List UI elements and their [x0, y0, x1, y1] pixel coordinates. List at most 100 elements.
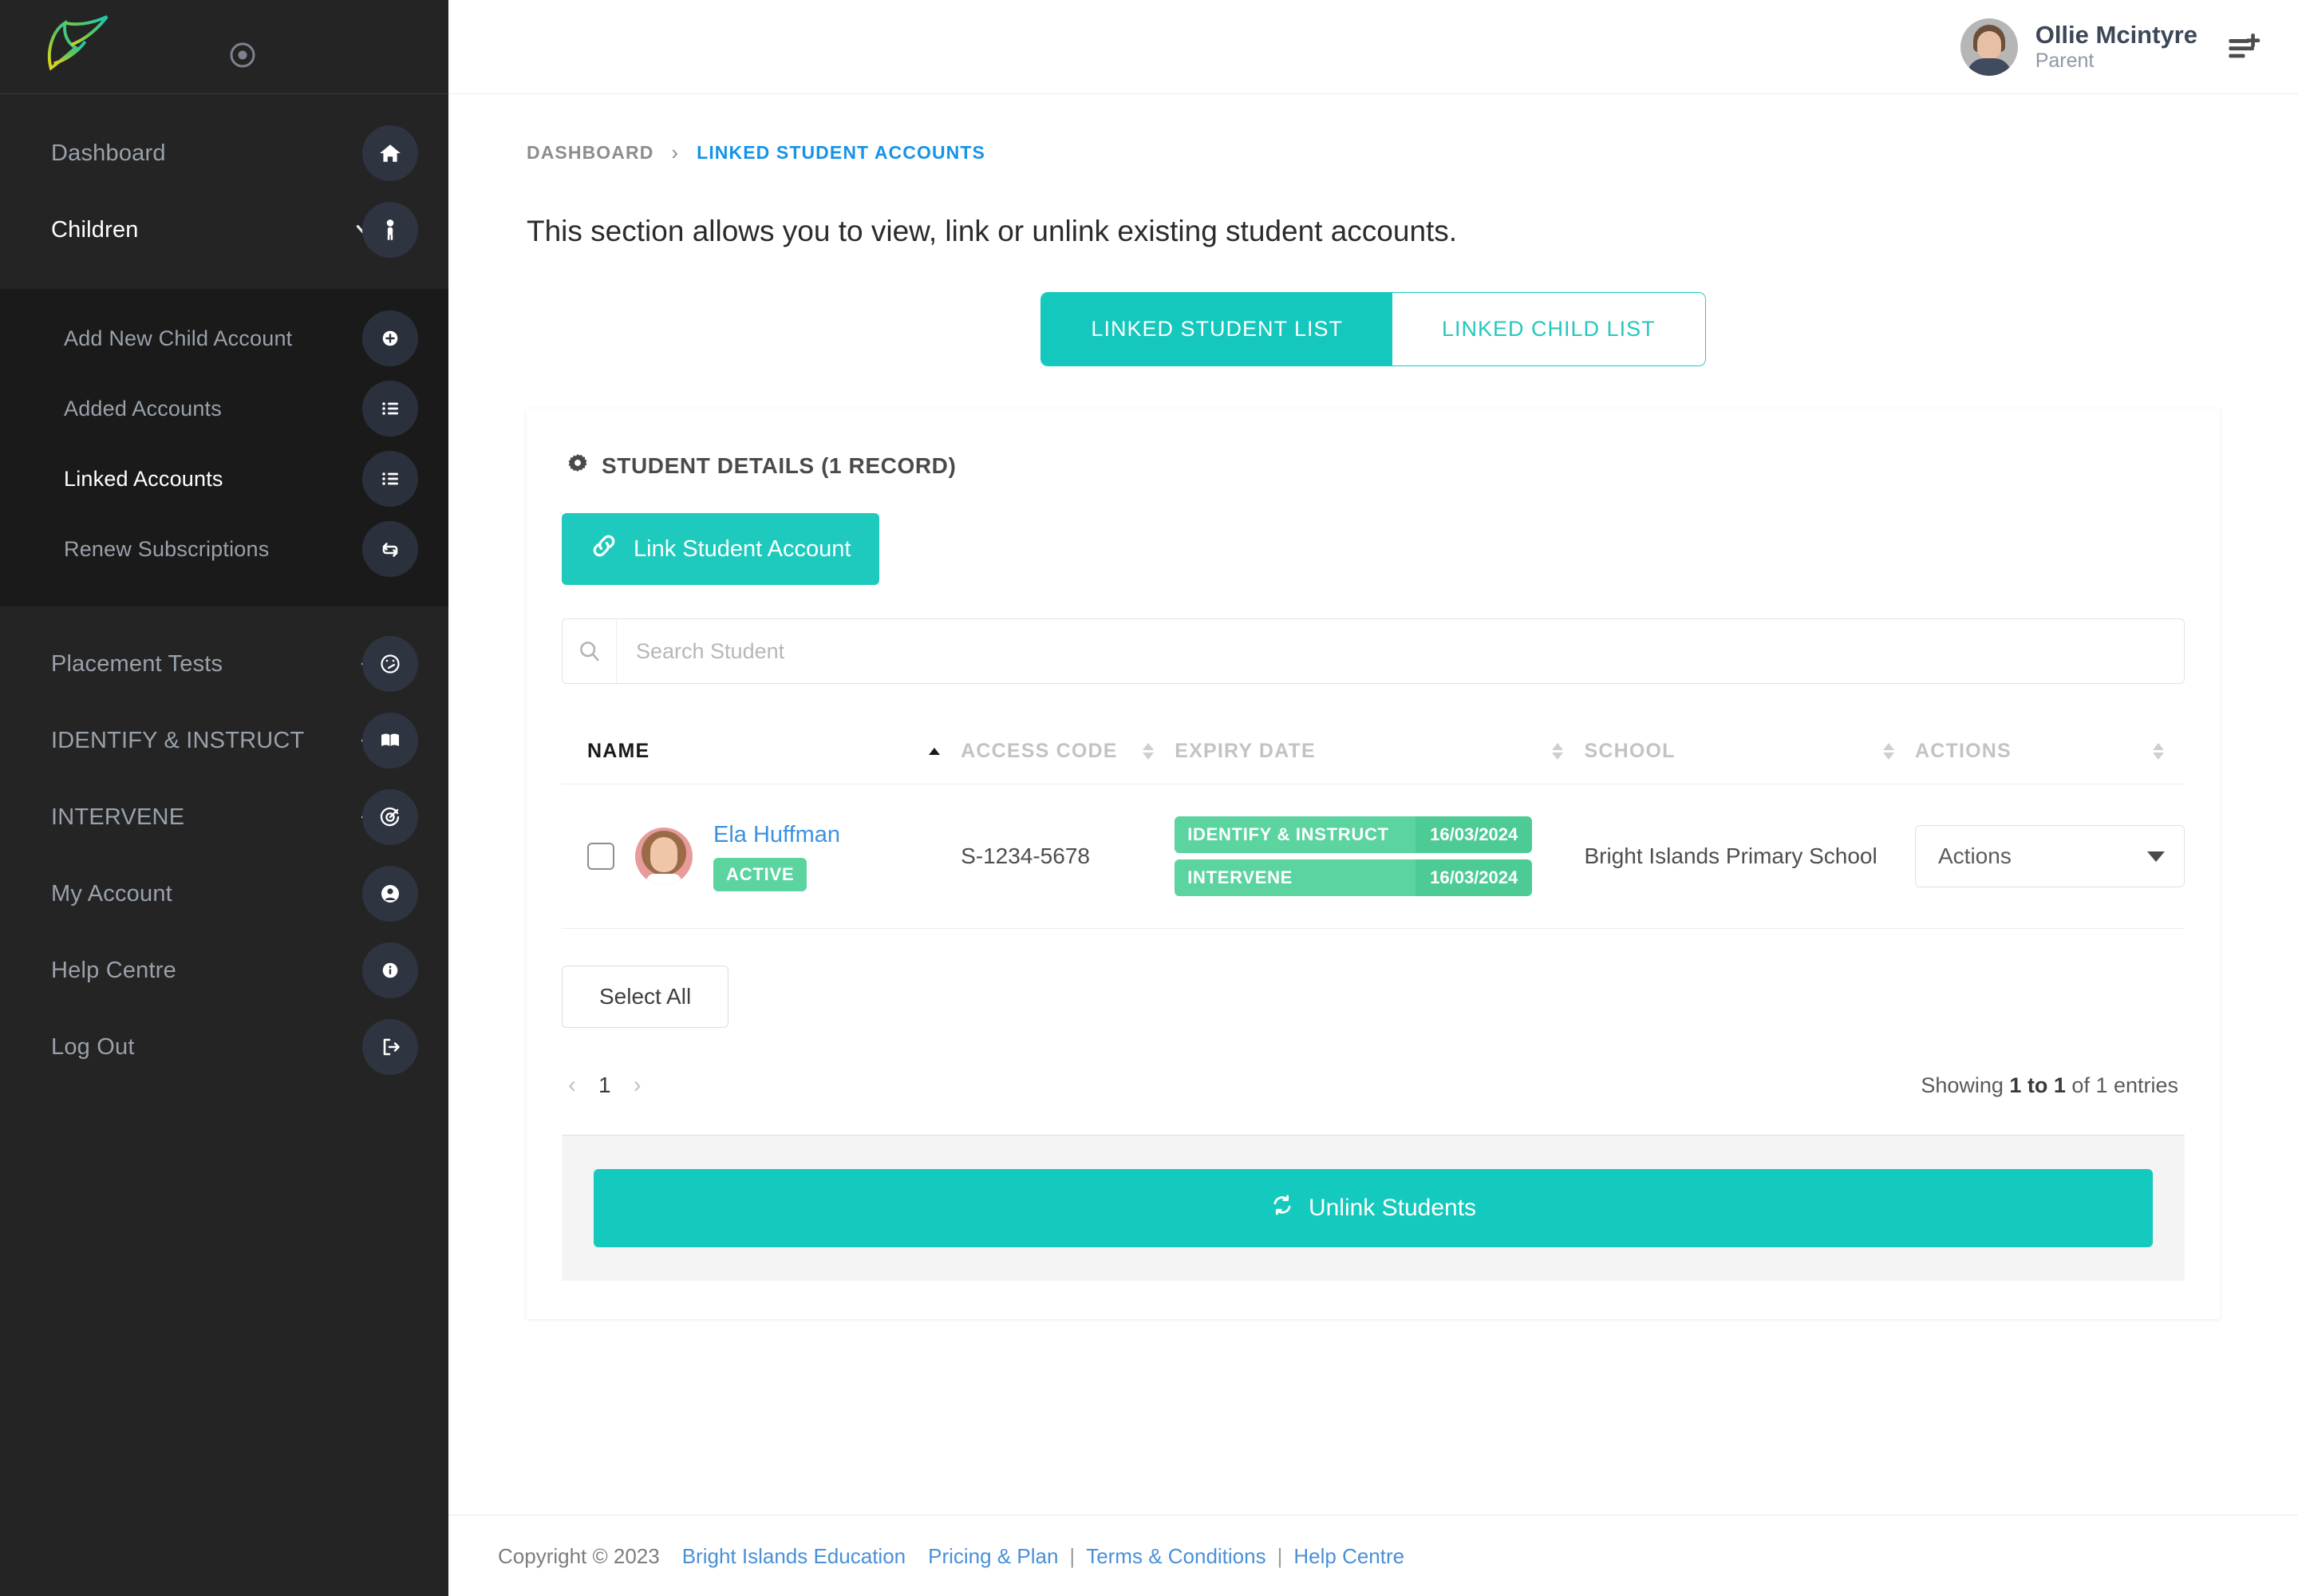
sidebar-item-my-account[interactable]: My Account [0, 855, 448, 932]
search-row [562, 618, 2185, 684]
plus-circle-icon [362, 310, 418, 366]
footer-link-terms-conditions[interactable]: Terms & Conditions [1086, 1544, 1265, 1569]
subscription-pill: INTERVENE 16/03/2024 [1175, 859, 1532, 896]
hummingbird-logo[interactable] [41, 15, 112, 79]
logout-icon [362, 1019, 418, 1075]
actions-dropdown[interactable]: Actions [1915, 825, 2185, 887]
sidebar-item-label: Added Accounts [64, 397, 222, 421]
breadcrumb-current: LINKED STUDENT ACCOUNTS [697, 142, 985, 164]
footer-copyright: Copyright © 2023 [498, 1544, 660, 1569]
showing-suffix: of 1 entries [2066, 1073, 2178, 1097]
subscription-name: IDENTIFY & INSTRUCT [1175, 816, 1416, 853]
showing-entries: Showing 1 to 1 of 1 entries [1921, 1073, 2185, 1098]
sidebar-item-log-out[interactable]: Log Out [0, 1009, 448, 1085]
user-profile[interactable]: Ollie Mcintyre Parent [1960, 18, 2197, 76]
cell-actions: Actions [1915, 784, 2185, 929]
sidebar-item-label: IDENTIFY & INSTRUCT [51, 728, 304, 754]
column-header-school[interactable]: SCHOOL [1584, 725, 1915, 784]
column-header-name-label: NAME [587, 740, 650, 763]
sort-icon[interactable] [1883, 743, 1894, 760]
subscription-pill: IDENTIFY & INSTRUCT 16/03/2024 [1175, 816, 1532, 853]
sidebar-item-label: Add New Child Account [64, 326, 292, 351]
school-name: Bright Islands Primary School [1584, 843, 1877, 868]
sidebar-item-renew-subscriptions[interactable]: Renew Subscriptions [0, 514, 448, 584]
column-header-school-label: SCHOOL [1584, 740, 1675, 763]
column-header-access-code[interactable]: ACCESS CODE [961, 725, 1175, 784]
column-header-actions[interactable]: ACTIONS [1915, 725, 2185, 784]
tab-linked-student-list[interactable]: LINKED STUDENT LIST [1041, 293, 1392, 365]
page-content: DASHBOARD › LINKED STUDENT ACCOUNTS This… [448, 94, 2298, 1596]
footer-divider: | [1266, 1544, 1294, 1569]
sort-icon[interactable] [1552, 743, 1563, 760]
sidebar-item-dashboard[interactable]: Dashboard [0, 115, 448, 192]
table-head: NAME ACCESS CODE [562, 725, 2185, 784]
sidebar-item-label: Linked Accounts [64, 467, 223, 492]
select-all-button[interactable]: Select All [562, 966, 728, 1028]
app-root: Dashboard Children [0, 0, 2298, 1596]
column-header-actions-label: ACTIONS [1915, 740, 2012, 763]
sidebar-logo-row [0, 0, 448, 94]
sidebar-section-top: Dashboard Children [0, 94, 448, 289]
subscription-name: INTERVENE [1175, 859, 1416, 896]
column-header-expiry-date-label: EXPIRY DATE [1175, 740, 1316, 763]
unlink-students-button[interactable]: Unlink Students [594, 1169, 2153, 1247]
pagination-next-button[interactable]: › [634, 1073, 642, 1097]
sort-icon[interactable] [1143, 743, 1154, 760]
sidebar-item-label: Help Centre [51, 958, 176, 984]
unlink-strip: Unlink Students [562, 1135, 2185, 1281]
sidebar-item-children[interactable]: Children [0, 192, 448, 268]
sidebar-item-label: Renew Subscriptions [64, 537, 269, 562]
sidebar-item-add-new-child-account[interactable]: Add New Child Account [0, 303, 448, 373]
home-icon [362, 125, 418, 181]
status-badge: ACTIVE [713, 858, 807, 891]
column-header-name[interactable]: NAME [562, 725, 961, 784]
sidebar: Dashboard Children [0, 0, 448, 1596]
tab-linked-child-list[interactable]: LINKED CHILD LIST [1392, 293, 1705, 365]
add-to-list-icon[interactable] [2225, 30, 2263, 65]
subscription-expiry: 16/03/2024 [1416, 859, 1532, 896]
sidebar-item-intervene[interactable]: INTERVENE [0, 779, 448, 855]
search-icon [563, 619, 617, 683]
chevron-down-icon [2147, 851, 2165, 862]
card-title: STUDENT DETAILS (1 RECORD) [562, 452, 2185, 480]
search-box[interactable] [562, 618, 2185, 684]
sidebar-item-help-centre[interactable]: Help Centre [0, 932, 448, 1009]
column-header-expiry-date[interactable]: EXPIRY DATE [1175, 725, 1584, 784]
card-title-text: STUDENT DETAILS (1 RECORD) [602, 453, 956, 479]
showing-prefix: Showing [1921, 1073, 2009, 1097]
sidebar-item-added-accounts[interactable]: Added Accounts [0, 373, 448, 444]
breadcrumb-root[interactable]: DASHBOARD [527, 142, 653, 164]
footer-link-pricing-plan[interactable]: Pricing & Plan [928, 1544, 1058, 1569]
sidebar-item-label: Log Out [51, 1034, 135, 1061]
sort-icon[interactable] [929, 748, 940, 755]
user-text: Ollie Mcintyre Parent [2035, 21, 2197, 72]
sidebar-item-label: INTERVENE [51, 804, 184, 831]
sidebar-item-label: Placement Tests [51, 651, 223, 678]
avatar [635, 828, 693, 885]
circle-dot-icon[interactable] [226, 38, 259, 72]
sidebar-section-bottom: Placement Tests IDENTIFY & INSTRUCT [0, 606, 448, 1596]
user-circle-icon [362, 866, 418, 922]
sidebar-item-identify-instruct[interactable]: IDENTIFY & INSTRUCT [0, 702, 448, 779]
sidebar-item-linked-accounts[interactable]: Linked Accounts [0, 444, 448, 514]
search-input[interactable] [617, 639, 2184, 664]
list-icon [362, 381, 418, 437]
gear-icon [567, 452, 589, 480]
pagination-prev-button[interactable]: ‹ [568, 1073, 576, 1097]
student-name-link[interactable]: Ela Huffman [713, 822, 840, 848]
row-checkbox[interactable] [587, 843, 614, 870]
cell-access-code: S-1234-5678 [961, 784, 1175, 929]
refresh-icon [1270, 1193, 1294, 1223]
page-title: This section allows you to view, link or… [448, 165, 2298, 248]
link-student-account-label: Link Student Account [634, 536, 851, 563]
sidebar-submenu-children: Add New Child Account Added Accounts Lin… [0, 289, 448, 606]
footer-link-brand[interactable]: Bright Islands Education [682, 1544, 906, 1569]
showing-bold: 1 to 1 [2009, 1073, 2066, 1097]
sort-icon[interactable] [2153, 743, 2164, 760]
book-icon [362, 713, 418, 768]
sidebar-item-placement-tests[interactable]: Placement Tests [0, 626, 448, 702]
pagination-row: ‹ 1 › Showing 1 to 1 of 1 entries [562, 1073, 2185, 1098]
footer-link-help-centre[interactable]: Help Centre [1293, 1544, 1404, 1569]
pagination-page-1[interactable]: 1 [598, 1073, 611, 1098]
link-student-account-button[interactable]: Link Student Account [562, 513, 879, 585]
